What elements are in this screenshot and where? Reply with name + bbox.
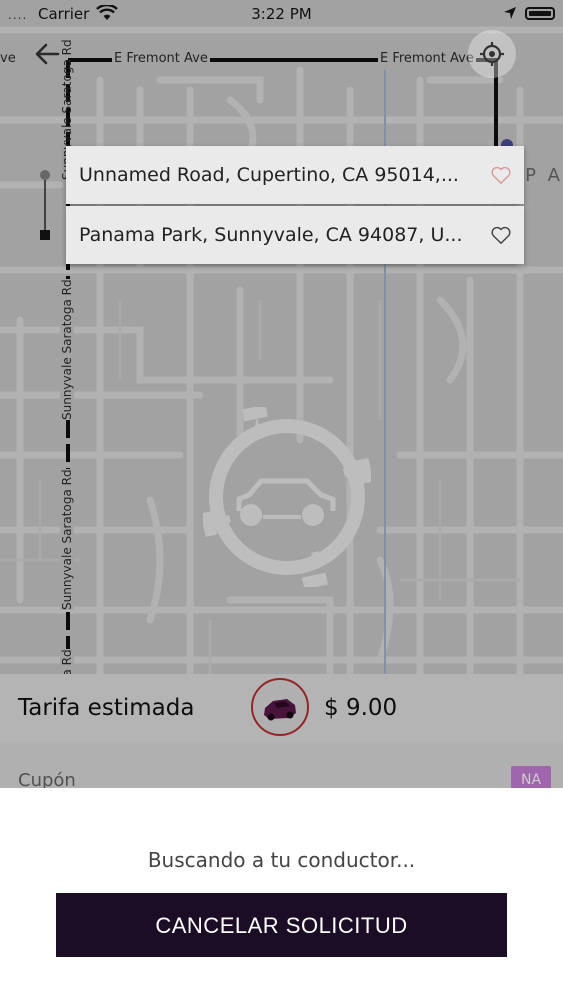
origin-address-row[interactable]: Unnamed Road, Cupertino, CA 95014,... xyxy=(66,146,524,204)
status-time: 3:22 PM xyxy=(251,5,312,23)
street-label-fremont-2: E Fremont Ave xyxy=(378,51,476,66)
origin-address-text: Unnamed Road, Cupertino, CA 95014,... xyxy=(79,164,459,186)
recenter-button[interactable] xyxy=(468,30,516,78)
favorite-heart-icon[interactable] xyxy=(490,164,512,186)
searching-car-icon xyxy=(203,407,371,587)
cancel-request-button[interactable]: CANCELAR SOLICITUD xyxy=(56,893,507,957)
destination-address-text: Panama Park, Sunnyvale, CA 94087, U... xyxy=(79,224,463,246)
searching-driver-sheet: Buscando a tu conductor... CANCELAR SOLI… xyxy=(0,788,563,1000)
fare-estimate-row: Tarifa estimada $ 9.00 xyxy=(0,674,563,743)
back-arrow-icon[interactable] xyxy=(32,38,64,70)
battery-icon xyxy=(525,7,555,20)
map-view[interactable]: ve E Fremont Ave E Fremont Ave Sunnyvale… xyxy=(0,0,563,790)
coupon-row[interactable]: Cupón NA xyxy=(0,742,563,794)
fare-label: Tarifa estimada xyxy=(18,695,195,721)
status-bar: .... Carrier 3:22 PM xyxy=(0,0,563,30)
location-arrow-icon xyxy=(504,7,516,19)
street-map xyxy=(0,26,563,684)
searching-message: Buscando a tu conductor... xyxy=(147,848,416,872)
route-marker xyxy=(40,170,50,240)
street-label-saratoga-lower: Sunnyvale Saratoga Rd xyxy=(60,469,74,610)
fare-price: $ 9.00 xyxy=(324,695,398,721)
favorite-heart-icon[interactable] xyxy=(490,224,512,246)
street-label-fremont-1: E Fremont Ave xyxy=(112,51,210,66)
map-area-label: P A xyxy=(525,165,563,186)
car-icon xyxy=(264,699,296,721)
vehicle-type-badge[interactable] xyxy=(251,678,309,736)
destination-address-row[interactable]: Panama Park, Sunnyvale, CA 94087, U... xyxy=(66,206,524,264)
crosshair-icon xyxy=(480,42,504,66)
street-label-top-left: ve xyxy=(0,51,16,66)
street-label-saratoga-mid: Sunnyvale Saratoga Rd xyxy=(60,279,74,420)
